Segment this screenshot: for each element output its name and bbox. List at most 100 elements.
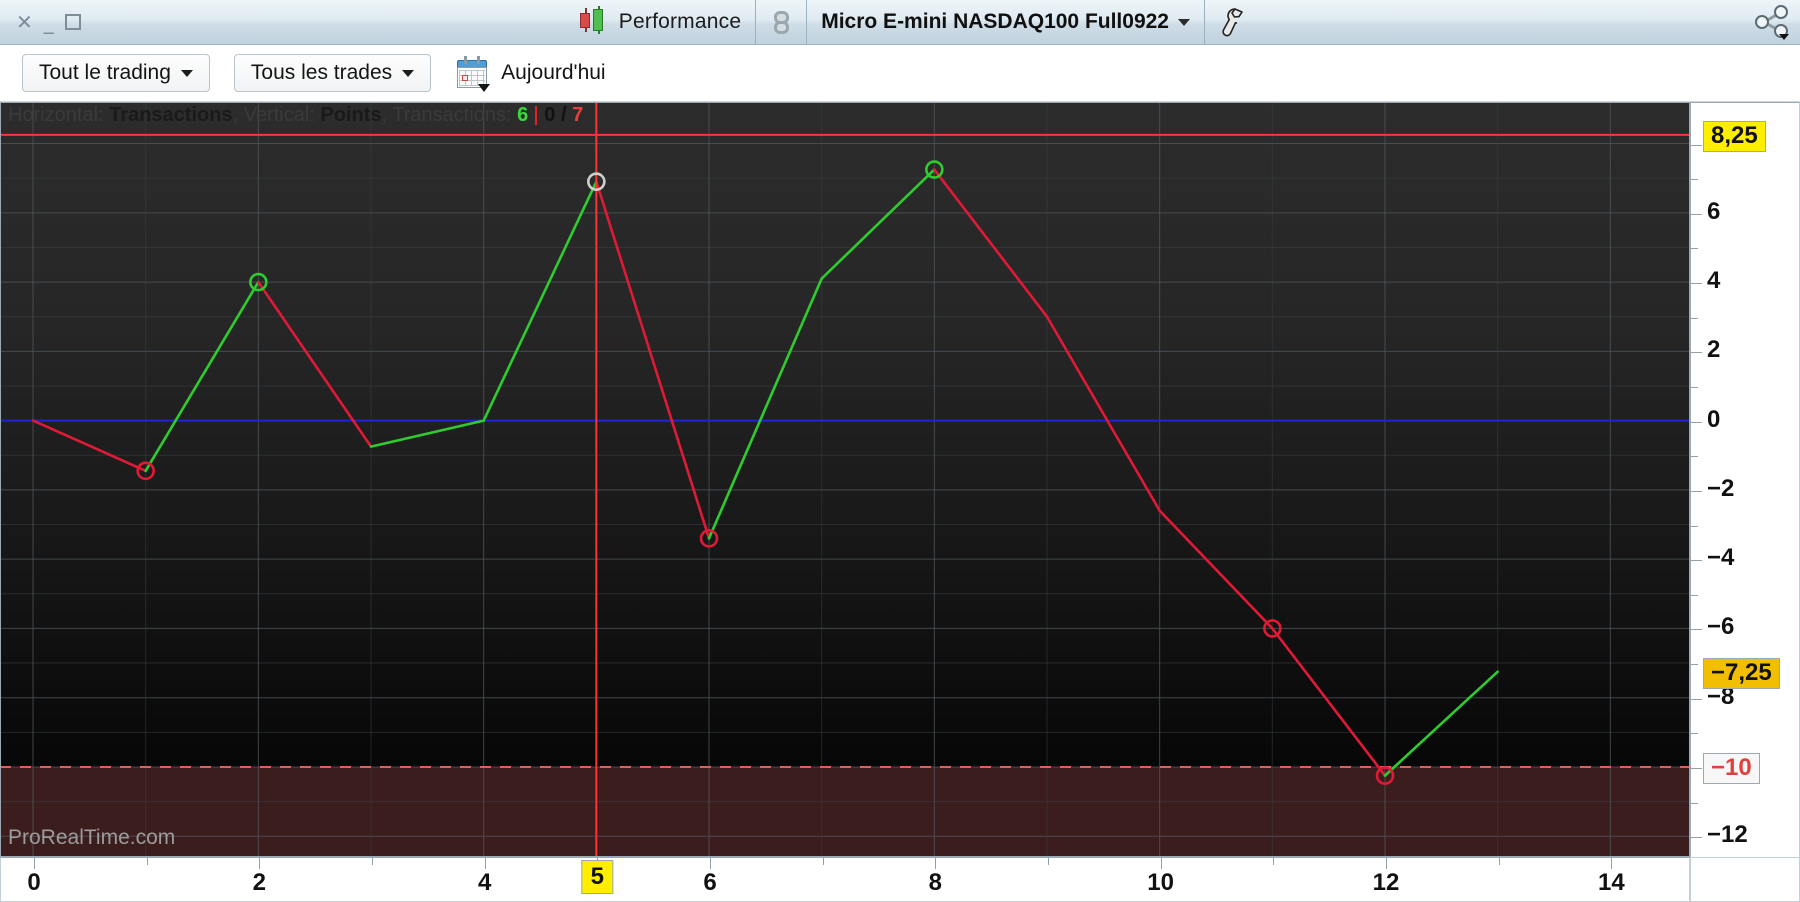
trades-filter-dropdown[interactable]: Tous les trades <box>233 54 432 92</box>
trading-filter-label: Tout le trading <box>39 61 171 84</box>
x-tick-mark <box>822 858 824 865</box>
x-tick-mark <box>710 858 711 869</box>
performance-tab[interactable]: Performance <box>564 0 755 45</box>
x-tick-mark <box>1160 858 1162 869</box>
y-tick-mark <box>1691 767 1702 769</box>
y-tick-mark <box>1691 283 1702 285</box>
y-tick-mark <box>1691 144 1702 146</box>
link-icon <box>770 5 792 39</box>
chart-caption: Horizontal: Transactions, Vertical: Poin… <box>8 104 583 127</box>
wrench-icon <box>1222 8 1243 37</box>
share-button[interactable] <box>1742 0 1800 45</box>
chevron-down-icon <box>1177 18 1190 26</box>
date-range-selector[interactable]: Aujourd'hui <box>455 56 606 92</box>
x-tick-mark <box>1273 858 1275 865</box>
y-tick-label: −4 <box>1707 544 1735 572</box>
y-tick-label: −12 <box>1707 821 1748 849</box>
y-tick-mark <box>1691 594 1698 596</box>
y-tick-mark <box>1691 560 1702 562</box>
y-tick-mark <box>1691 837 1702 839</box>
share-icon <box>1755 5 1790 40</box>
x-tick-label: 12 <box>1372 869 1400 896</box>
x-tick-mark <box>1386 858 1387 869</box>
x-tick-mark <box>484 858 486 869</box>
x-crosshair-badge: 5 <box>581 860 614 894</box>
x-tick-label: 4 <box>477 869 492 896</box>
watermark: ProRealTime.com <box>8 826 176 849</box>
y-tick-mark <box>1691 698 1702 700</box>
y-crosshair-badge: 8,25 <box>1703 120 1766 152</box>
x-tick-label: 6 <box>703 869 717 896</box>
x-tick-label: 0 <box>27 869 41 896</box>
y-tick-mark <box>1691 664 1698 666</box>
plot-canvas[interactable]: Horizontal: Transactions, Vertical: Poin… <box>0 102 1690 857</box>
y-tick-mark <box>1691 386 1698 388</box>
performance-label: Performance <box>618 10 742 33</box>
window-controls: ✕ _ <box>0 12 81 32</box>
x-tick-mark <box>935 858 937 869</box>
y-tick-mark <box>1691 317 1698 319</box>
caption-vertical-prefix: , Vertical: <box>232 104 315 126</box>
y-axis[interactable]: 86420−2−4−6−8−10−128,25−7,25−10 <box>1690 102 1800 857</box>
y-tick-mark <box>1691 525 1698 527</box>
axis-corner <box>1690 857 1800 902</box>
minimize-icon[interactable]: _ <box>44 12 54 32</box>
x-tick-label: 10 <box>1147 869 1175 896</box>
y-tick-label: 6 <box>1707 197 1721 225</box>
x-tick-mark <box>34 858 35 869</box>
x-tick-mark <box>1611 858 1613 869</box>
chevron-down-icon <box>180 69 193 77</box>
y-tick-mark <box>1691 456 1698 458</box>
date-range-label: Aujourd'hui <box>501 61 606 84</box>
x-tick-label: 2 <box>252 869 267 896</box>
y-tick-mark <box>1691 629 1702 631</box>
caption-horizontal-value: Transactions <box>109 104 233 126</box>
caption-vertical-value: Points <box>320 104 382 126</box>
y-tick-mark <box>1691 490 1702 492</box>
y-tick-label: −2 <box>1707 474 1735 502</box>
close-icon[interactable]: ✕ <box>16 12 33 32</box>
x-tick-mark <box>1498 858 1500 865</box>
y-tick-mark <box>1691 421 1702 423</box>
y-tick-label: 2 <box>1707 336 1721 364</box>
crosshair-tick-marker <box>535 106 538 125</box>
losses-count: 7 <box>572 104 584 126</box>
y-tick-label: 0 <box>1707 405 1721 433</box>
candlestick-icon <box>578 5 608 39</box>
y-tick-mark <box>1691 213 1702 215</box>
app-root: ✕ _ Performance Micro E-mini NASDAQ100 F… <box>0 0 1800 902</box>
y-tick-mark <box>1691 179 1698 181</box>
instrument-selector[interactable]: Micro E-mini NASDAQ100 Full0922 <box>807 0 1204 45</box>
y-tick-label: −6 <box>1707 613 1735 641</box>
performance-line-chart <box>0 102 1690 857</box>
settings-button[interactable] <box>1205 0 1259 45</box>
window-title-bar: ✕ _ Performance Micro E-mini NASDAQ100 F… <box>0 0 1800 45</box>
trades-filter-label: Tous les trades <box>250 61 393 84</box>
x-tick-mark <box>146 858 148 865</box>
chart-area: Horizontal: Transactions, Vertical: Poin… <box>0 102 1800 902</box>
x-tick-label: 8 <box>928 869 943 896</box>
caption-sep: / <box>560 104 567 126</box>
x-axis[interactable]: 0 2 4 6 8 10 12 14 5 <box>0 857 1725 902</box>
y-stop-level-badge: −10 <box>1703 752 1760 784</box>
instrument-label: Micro E-mini NASDAQ100 Full0922 <box>821 10 1169 33</box>
y-tick-mark <box>1691 733 1698 735</box>
trading-filter-dropdown[interactable]: Tout le trading <box>22 54 210 92</box>
x-tick-mark <box>1048 858 1049 865</box>
x-tick-mark <box>259 858 261 869</box>
calendar-icon <box>455 56 491 92</box>
maximize-icon[interactable] <box>64 14 81 30</box>
y-tick-label: 4 <box>1707 267 1721 295</box>
chevron-down-icon <box>402 69 415 77</box>
x-tick-label: 14 <box>1597 869 1625 896</box>
caption-horizontal-prefix: Horizontal: <box>8 104 104 126</box>
breakeven-count: 0 <box>544 104 556 126</box>
y-tick-mark <box>1691 248 1698 250</box>
y-tick-mark <box>1691 802 1698 804</box>
link-toggle[interactable] <box>756 0 806 45</box>
y-last-value-badge: −7,25 <box>1703 657 1780 689</box>
x-tick-mark <box>372 858 373 865</box>
y-tick-mark <box>1691 352 1702 354</box>
caption-transactions-prefix: , Transactions: <box>381 104 512 126</box>
wins-count: 6 <box>517 104 529 126</box>
